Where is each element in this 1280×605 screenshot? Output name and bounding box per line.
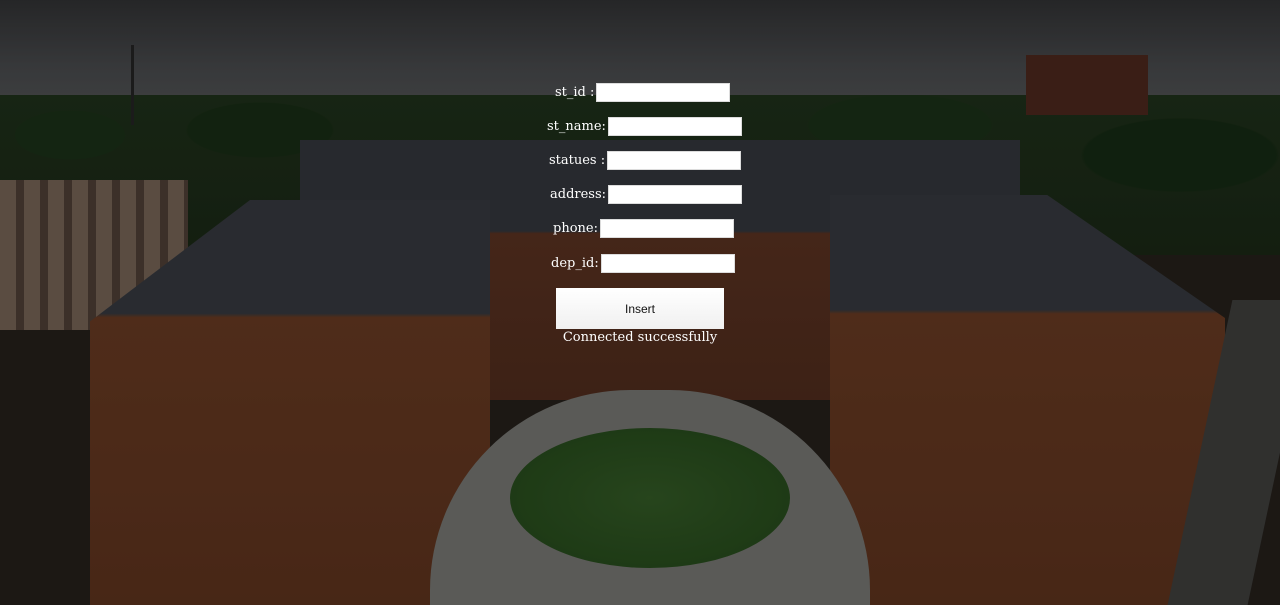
address-input[interactable]: [608, 184, 743, 204]
student-insert-form: st_id : st_name: statues : address: phon…: [0, 0, 1280, 605]
dep-id-input[interactable]: [600, 253, 735, 273]
field-row-st-id: st_id :: [555, 82, 731, 102]
dep-id-label: dep_id:: [551, 255, 599, 271]
statues-input[interactable]: [607, 150, 742, 170]
field-row-dep-id: dep_id:: [551, 253, 735, 273]
st-id-label: st_id :: [555, 84, 595, 100]
field-row-st-name: st_name:: [547, 116, 742, 136]
status-message: Connected successfully: [562, 330, 718, 345]
insert-button[interactable]: Insert: [556, 288, 724, 329]
address-label: address:: [550, 186, 607, 202]
phone-input[interactable]: [599, 218, 734, 238]
field-row-phone: phone:: [553, 218, 734, 238]
statues-label: statues :: [549, 152, 606, 168]
st-id-input[interactable]: [596, 82, 731, 102]
phone-label: phone:: [553, 220, 598, 236]
st-name-label: st_name:: [547, 118, 606, 134]
st-name-input[interactable]: [607, 116, 742, 136]
field-row-statues: statues :: [549, 150, 742, 170]
field-row-address: address:: [550, 184, 743, 204]
